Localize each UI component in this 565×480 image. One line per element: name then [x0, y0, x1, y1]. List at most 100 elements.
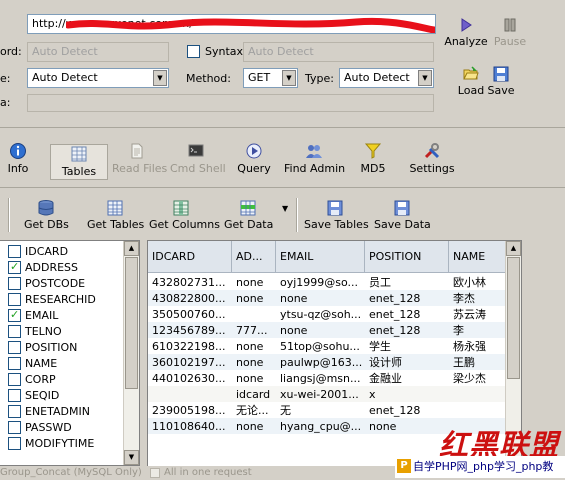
tab-info[interactable]: Info — [2, 142, 34, 180]
table-cell: idcard — [236, 388, 271, 401]
syntax-checkbox[interactable] — [187, 45, 200, 58]
column-header-idcard[interactable]: IDCARD — [148, 241, 232, 273]
scroll-up-icon[interactable]: ▲ — [506, 241, 521, 256]
column-checkbox[interactable] — [8, 405, 21, 418]
table-row[interactable]: 440102630... none liangsj@msn... 金融业 梁少杰 — [148, 370, 508, 386]
column-header-position[interactable]: POSITION — [365, 241, 449, 273]
db-type-select[interactable]: Auto Detect ▼ — [27, 68, 169, 88]
syntax-input[interactable]: Auto Detect — [243, 42, 434, 62]
tab-query[interactable]: Query — [234, 142, 274, 180]
table-cell: 110108640... — [152, 420, 226, 433]
tab-read-files[interactable]: Read Files — [112, 142, 167, 180]
keyword-input[interactable]: Auto Detect — [27, 42, 169, 62]
scroll-thumb[interactable] — [507, 257, 520, 379]
chevron-down-icon[interactable]: ▼ — [282, 204, 288, 213]
table-cell: 无论... — [236, 404, 269, 417]
table-row[interactable]: 610322198... none 51top@sohu... 学生 杨永强 — [148, 338, 508, 354]
column-name: IDCARD — [25, 245, 69, 258]
table-cell: 设计师 — [369, 356, 402, 369]
table-row[interactable]: 123456789... 777... none enet_128 李 — [148, 322, 508, 338]
tab-md5[interactable]: MD5 — [356, 142, 390, 180]
column-header-email[interactable]: EMAIL — [276, 241, 365, 273]
column-header-name[interactable]: NAME — [449, 241, 508, 273]
table-cell: 51top@sohu... — [280, 340, 360, 353]
find-admin-icon — [306, 145, 322, 158]
table-cell: oyj1999@so... — [280, 276, 359, 289]
url-input[interactable]: http://www.xxxxenet.com.cn/ — [27, 14, 436, 34]
chevron-down-icon[interactable]: ▼ — [282, 70, 296, 86]
table-row[interactable]: 432802731... none oyj1999@so... 员工 欧小林 — [148, 274, 508, 290]
column-checkbox[interactable] — [8, 421, 21, 434]
save-data-button[interactable]: Save Data — [374, 200, 431, 231]
get-data-button[interactable]: Get Data — [224, 200, 273, 231]
save-button[interactable]: Save — [476, 66, 526, 97]
column-checkbox[interactable] — [8, 277, 21, 290]
column-header-address[interactable]: AD... — [232, 241, 276, 273]
tab-cmd-shell-label: Cmd Shell — [170, 162, 226, 175]
table-cell: 李杰 — [453, 292, 475, 305]
chevron-down-icon[interactable]: ▼ — [153, 70, 167, 86]
column-list[interactable]: IDCARD ADDRESS POSTCODE RESEARCHID EMAIL TELN… — [0, 240, 140, 466]
table-cell: none — [236, 372, 264, 385]
column-checkbox[interactable] — [8, 357, 21, 370]
scroll-down-icon[interactable]: ▼ — [124, 450, 139, 465]
method-label: Method: — [186, 72, 231, 85]
tab-cmd-shell[interactable]: Cmd Shell — [170, 142, 226, 180]
get-columns-button[interactable]: Get Columns — [149, 200, 220, 231]
column-name: POSITION — [25, 341, 78, 354]
table-cell: none — [236, 292, 264, 305]
db-type-value: Auto Detect — [32, 71, 98, 84]
table-row[interactable]: idcard xu-wei-2001... x — [148, 386, 508, 402]
column-checkbox[interactable] — [8, 245, 21, 258]
all-in-one-checkbox[interactable] — [150, 468, 160, 478]
chevron-down-icon[interactable]: ▼ — [418, 70, 432, 86]
column-checkbox[interactable] — [8, 437, 21, 450]
column-name: CORP — [25, 373, 56, 386]
get-dbs-button[interactable]: Get DBs — [24, 200, 69, 231]
table-cell: none — [236, 340, 264, 353]
tab-find-admin[interactable]: Find Admin — [284, 142, 345, 180]
redaction-mark — [66, 17, 435, 33]
method-select[interactable]: GET ▼ — [243, 68, 298, 88]
scroll-up-icon[interactable]: ▲ — [124, 241, 139, 256]
watermark-banner: P 自学PHP网_php学习_php教 — [395, 456, 565, 478]
tab-settings[interactable]: Settings — [408, 142, 456, 180]
analyze-label: Analyze — [444, 35, 488, 48]
scroll-thumb[interactable] — [125, 257, 138, 389]
type-select[interactable]: Auto Detect ▼ — [339, 68, 434, 88]
analyze-button[interactable]: Analyze — [441, 17, 491, 48]
type-value: Auto Detect — [344, 71, 410, 84]
column-checkbox[interactable] — [8, 308, 21, 322]
table-row[interactable]: 239005198... 无论... 无 enet_128 — [148, 402, 508, 418]
table-row[interactable]: 350500760... ytsu-qz@soh... enet_128 苏云涛 — [148, 306, 508, 322]
column-list-scrollbar[interactable]: ▲ ▼ — [123, 241, 139, 465]
watermark-text: 自学PHP网_php学习_php教 — [413, 460, 554, 473]
table-cell: 学生 — [369, 340, 391, 353]
column-checkbox[interactable] — [8, 293, 21, 306]
tool-tabs: Info Tables Read Files Cmd Shell Query F… — [0, 128, 565, 188]
column-checkbox[interactable] — [8, 341, 21, 354]
column-checkbox[interactable] — [8, 325, 21, 338]
extra-input[interactable] — [27, 94, 434, 112]
column-checkbox[interactable] — [8, 389, 21, 402]
column-name: ENETADMIN — [25, 405, 90, 418]
column-name: RESEARCHID — [25, 293, 96, 306]
tab-query-label: Query — [237, 162, 271, 175]
table-row[interactable]: 430822800... none none enet_128 李杰 — [148, 290, 508, 306]
group-concat-option[interactable]: Group_Concat (MySQL Only) — [0, 466, 142, 480]
pause-label: Pause — [493, 35, 527, 48]
column-checkbox[interactable] — [8, 373, 21, 386]
request-panel: http://www.xxxxenet.com.cn/ ord: Auto De… — [0, 0, 565, 128]
keyword-value: Auto Detect — [32, 45, 98, 58]
table-cell: 440102630... — [152, 372, 226, 385]
columns-icon — [173, 200, 189, 216]
get-tables-button[interactable]: Get Tables — [87, 200, 144, 231]
save-tables-button[interactable]: Save Tables — [304, 200, 369, 231]
table-row[interactable]: 360102197... none paulwp@163... 设计师 王鹏 — [148, 354, 508, 370]
column-checkbox[interactable] — [8, 260, 21, 274]
tab-tables[interactable]: Tables — [50, 144, 108, 180]
toolbar-divider — [296, 198, 298, 232]
table-cell: paulwp@163... — [280, 356, 363, 369]
pause-button[interactable]: Pause — [485, 17, 535, 48]
info-icon — [10, 143, 26, 159]
